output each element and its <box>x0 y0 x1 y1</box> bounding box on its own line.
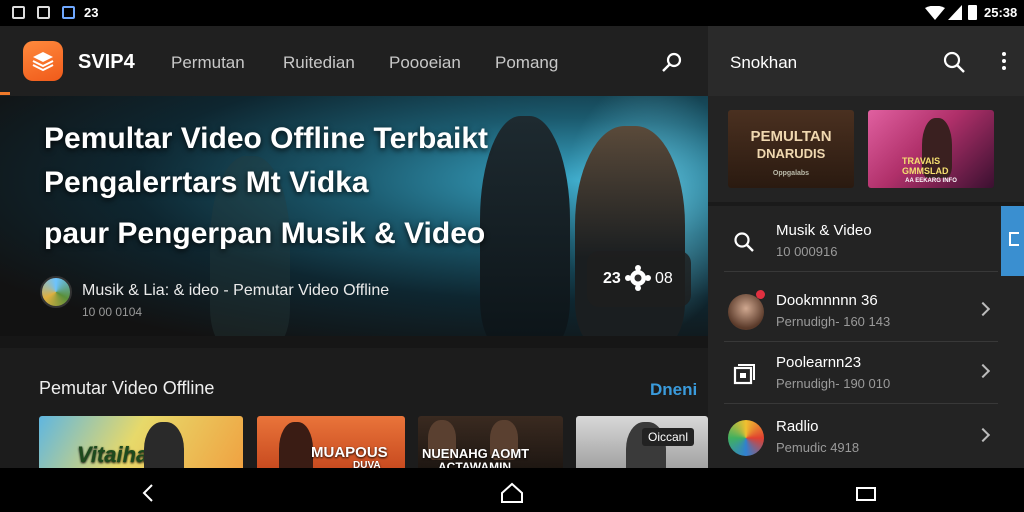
more-options-icon[interactable] <box>1002 52 1006 73</box>
search-icon <box>734 232 754 252</box>
poster-2[interactable]: TRAVAIS GMMSLAD AA EEKARG INFO <box>868 110 994 188</box>
channel-avatar[interactable] <box>40 276 72 308</box>
row-1-subtitle: 10 000916 <box>776 244 838 259</box>
thumbnail-1-person <box>144 422 184 468</box>
row-divider <box>724 271 998 272</box>
recents-icon[interactable] <box>855 486 877 502</box>
hero-subtitle: 10 00 0104 <box>82 305 143 319</box>
section-title: Pemutar Video Offline <box>39 378 215 398</box>
thumbnail-1-caption: Vitaiha <box>77 442 149 467</box>
row-4-subtitle: Pemudic 4918 <box>776 440 860 455</box>
chevron-right-icon <box>975 427 991 443</box>
row-divider <box>724 403 998 404</box>
tab-permutan[interactable]: Permutan <box>171 53 245 73</box>
hero-banner[interactable]: Pemultar Video Offline Terbaikt Pengaler… <box>0 96 708 336</box>
thumbnail-2-caption-bottom: DUVA <box>353 460 381 468</box>
section-divider <box>0 336 708 348</box>
badge-left-value: 23 <box>603 270 621 287</box>
radio-avatar <box>728 420 764 456</box>
row-3-subtitle: Pernudigh- 190 010 <box>776 376 891 391</box>
side-panel: Snokhan PEMULTAN DNARUDIS Oppgalabs TRAV… <box>708 26 1024 468</box>
poster-2-line-1: TRAVAIS <box>902 156 941 166</box>
photo-icon <box>62 6 75 19</box>
poster-1-line-2: DNARUDIS <box>756 146 826 161</box>
video-thumbnail-2[interactable]: MUAPOUS DUVA <box>257 416 405 468</box>
poster-1-footer: Oppgalabs <box>772 170 810 177</box>
notification-dot <box>756 290 765 299</box>
hero-title-line-3: paur Pengerpan Musik & Video <box>44 217 486 250</box>
poster-1-line-1: PEMULTAN <box>750 128 832 145</box>
search-icon[interactable] <box>942 50 966 74</box>
app-title: SVIP4 <box>78 51 135 73</box>
panel-separator <box>708 202 1024 206</box>
notification-icon <box>12 6 25 19</box>
row-4-title: Radlio <box>776 418 819 435</box>
row-2-subtitle: Pernudigh- 160 143 <box>776 314 891 329</box>
thumbnail-4-badge: Oiccanl <box>642 428 695 446</box>
badge-right-value: 08 <box>655 270 673 287</box>
poster-1[interactable]: PEMULTAN DNARUDIS Oppgalabs <box>728 110 854 188</box>
gear-icon <box>625 265 651 291</box>
gallery-icon <box>37 6 50 19</box>
hero-title-line-1: Pemultar Video Offline Terbaikt <box>44 122 488 155</box>
signal-icon <box>948 5 962 20</box>
active-tab-indicator <box>0 92 10 95</box>
app-logo[interactable] <box>23 41 63 81</box>
poster-2-footer: AA EEKARG INFO <box>905 178 957 184</box>
main-app: SVIP4 Permutan Ruitedian Poooeian Pomang… <box>0 26 708 468</box>
row-3-title: Poolearnn23 <box>776 354 862 371</box>
home-icon[interactable] <box>500 482 524 504</box>
status-bar: 23 25:38 <box>0 0 1024 26</box>
system-navigation-bar <box>0 468 1024 512</box>
chevron-right-icon <box>975 363 991 379</box>
panel-row-4[interactable]: Radlio Pemudic 4918 <box>708 408 1024 468</box>
panel-title: Snokhan <box>730 53 798 72</box>
thumbnail-2-caption-top: MUAPOUS <box>311 444 388 461</box>
video-thumbnail-4[interactable]: Oiccanl <box>576 416 708 468</box>
wifi-icon <box>925 6 945 20</box>
panel-row-3[interactable]: Poolearnn23 Pernudigh- 190 010 <box>708 344 1024 404</box>
thumbnail-3-caption-top: NUENAHG AOMT <box>422 446 530 461</box>
hero-person-man <box>480 116 570 336</box>
hero-settings-badge[interactable]: 23 08 <box>587 251 691 307</box>
back-icon[interactable] <box>140 484 156 502</box>
battery-icon <box>968 5 977 20</box>
row-divider <box>724 341 998 342</box>
thumbnail-3-caption-bottom: ACTAWAMIN <box>438 460 512 468</box>
video-thumbnail-1[interactable]: Vitaiha <box>39 416 243 468</box>
avatar <box>728 294 764 330</box>
tab-poooeian[interactable]: Poooeian <box>389 53 461 73</box>
library-icon <box>733 364 755 385</box>
hero-title-line-2: Pengalerrtars Mt Vidka <box>44 166 369 199</box>
panel-header: Snokhan <box>708 26 1024 96</box>
search-icon[interactable] <box>660 50 684 74</box>
chevron-right-icon <box>975 301 991 317</box>
thumbnail-2-person <box>279 422 313 468</box>
notification-count: 23 <box>84 5 99 20</box>
tab-pomang[interactable]: Pomang <box>495 53 558 73</box>
row-2-title: Dookmnnnn 36 <box>776 292 878 309</box>
panel-row-1[interactable]: Musik & Video 10 000916 <box>708 212 1024 272</box>
panel-row-2[interactable]: Dookmnnnn 36 Pernudigh- 160 143 <box>708 282 1024 342</box>
poster-2-line-2: GMMSLAD <box>902 166 949 176</box>
tab-ruitedian[interactable]: Ruitedian <box>283 53 355 73</box>
video-thumbnail-3[interactable]: NUENAHG AOMT ACTAWAMIN <box>418 416 563 468</box>
clock: 25:38 <box>984 5 1018 20</box>
row-1-title: Musik & Video <box>776 222 872 239</box>
section-more-link[interactable]: Dneni <box>650 380 697 400</box>
layers-icon <box>32 52 54 72</box>
top-bar: SVIP4 Permutan Ruitedian Poooeian Pomang <box>0 26 708 96</box>
hero-channel-name[interactable]: Musik & Lia: & ideo - Pemutar Video Offl… <box>82 282 389 300</box>
